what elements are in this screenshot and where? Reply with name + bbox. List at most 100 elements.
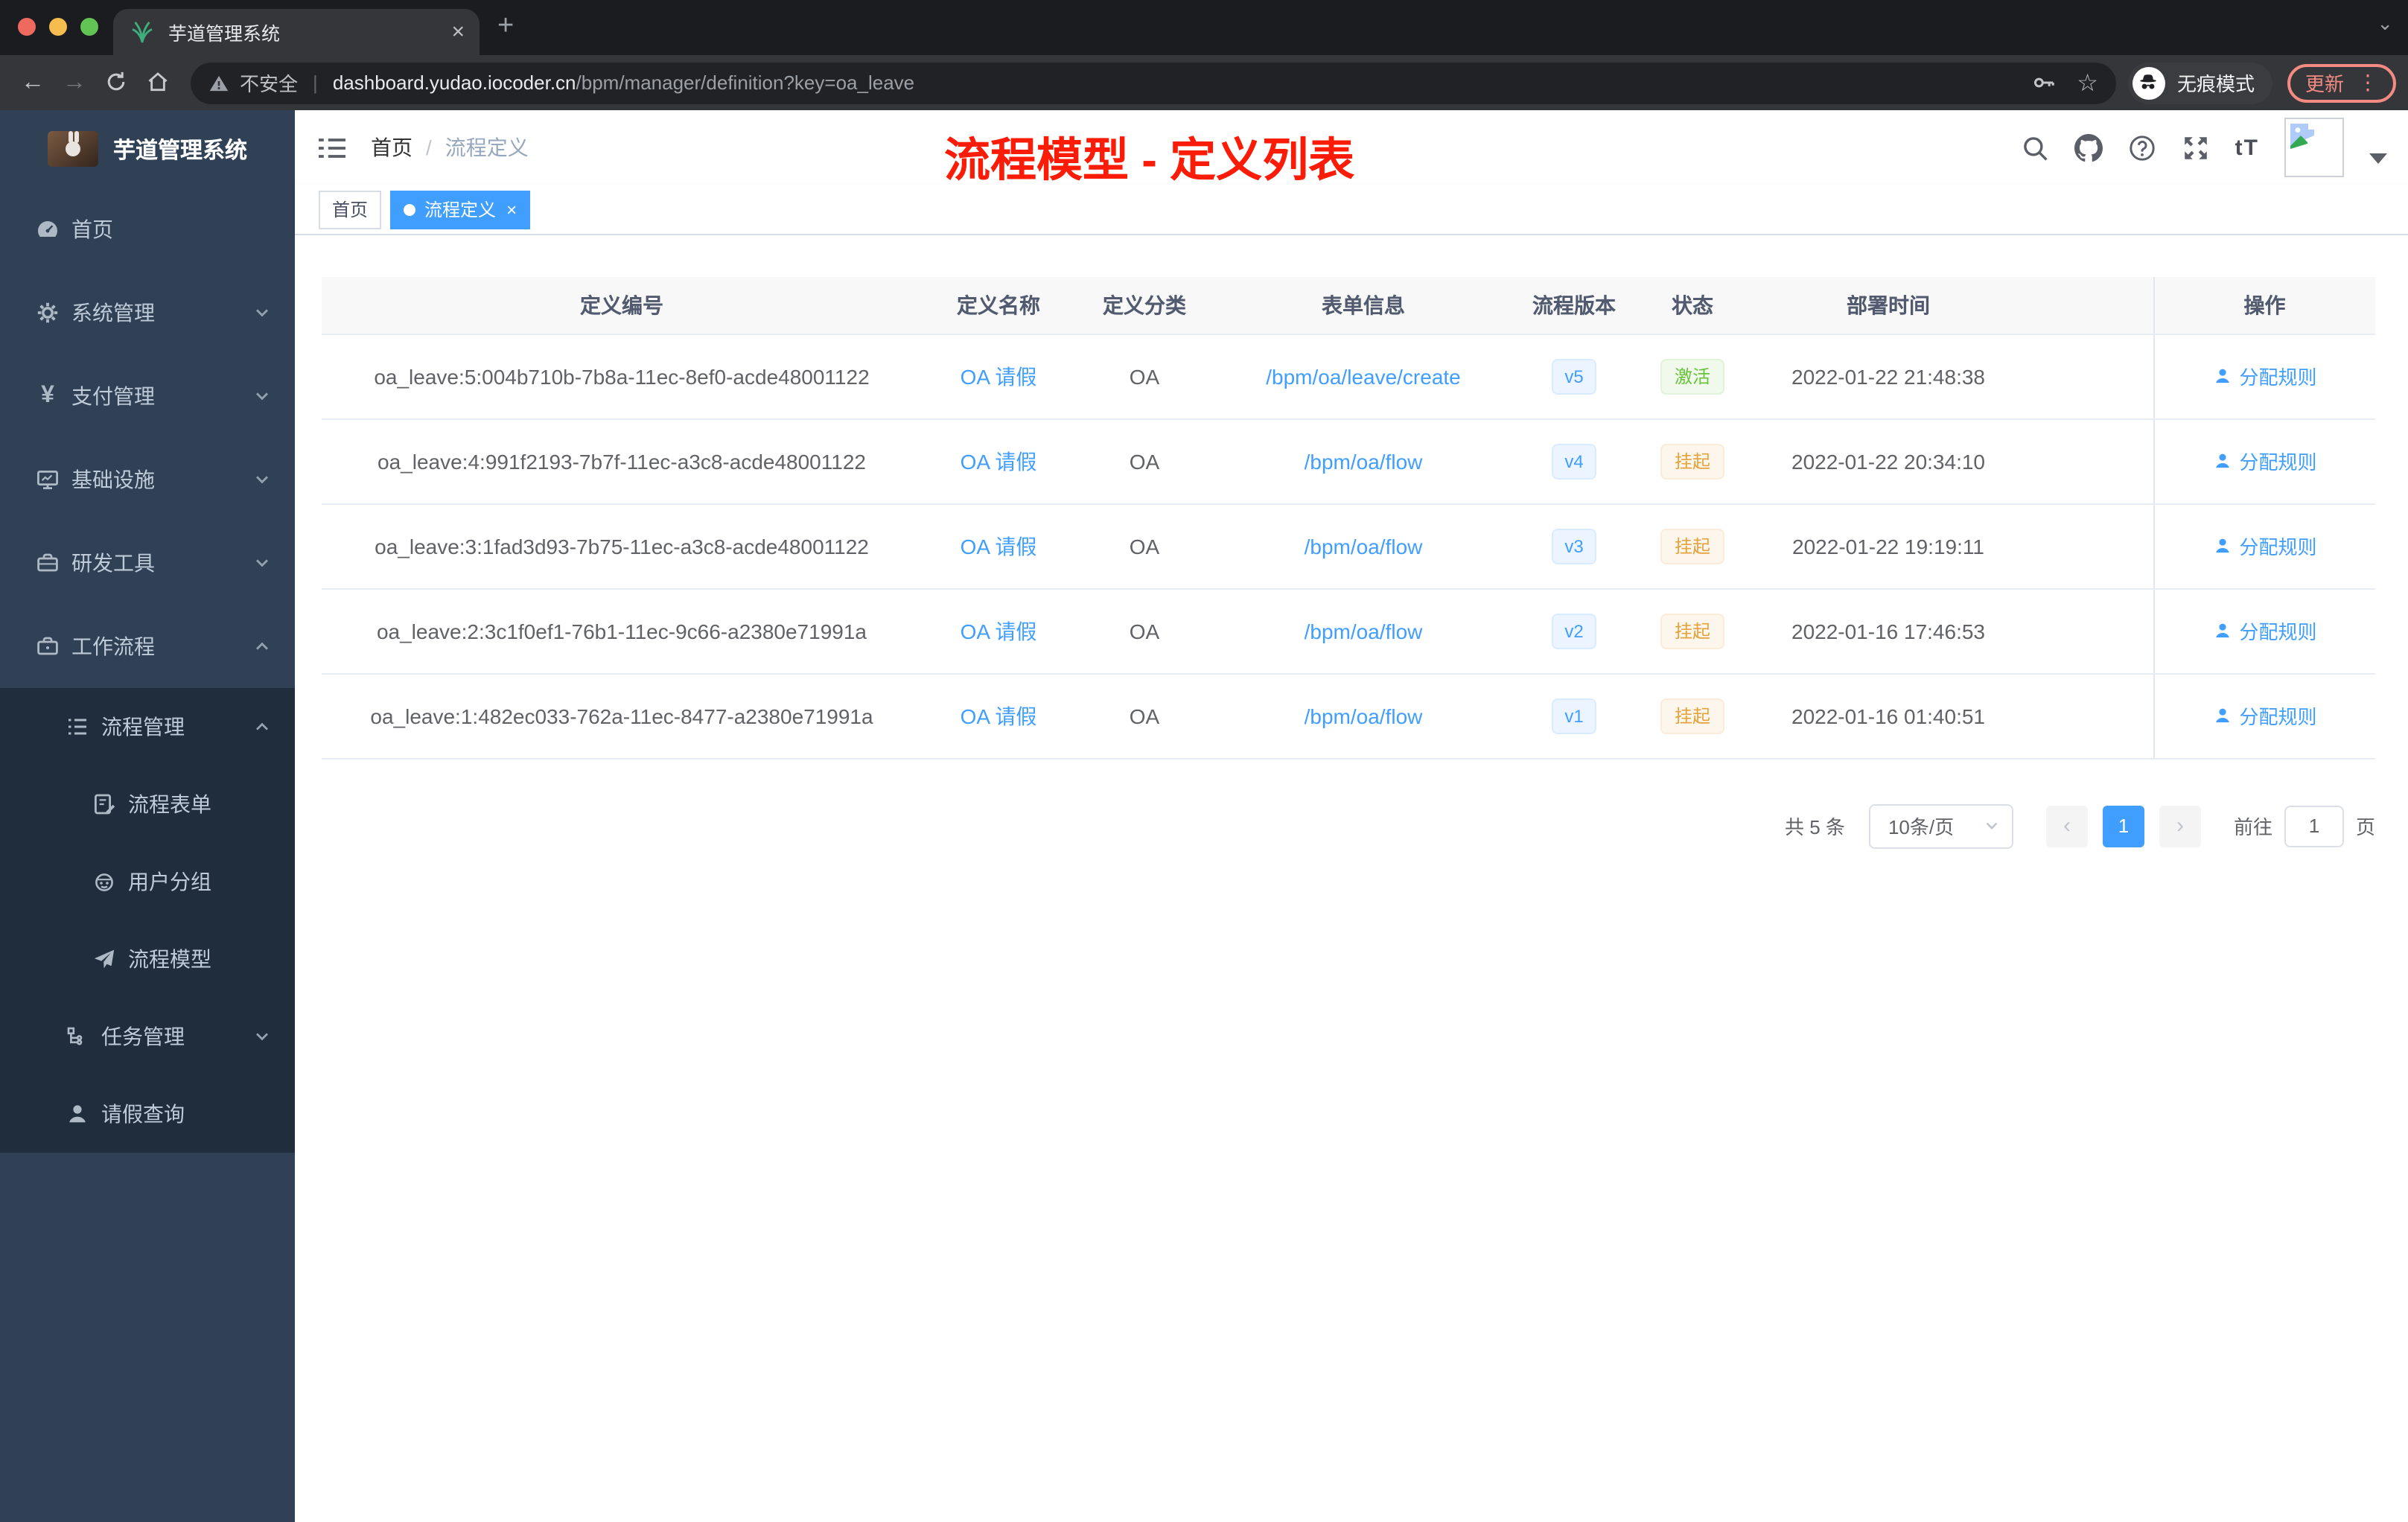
definition-name-link[interactable]: OA 请假: [961, 619, 1037, 643]
page-content: 定义编号 定义名称 定义分类 表单信息 流程版本 状态 部署时间 操作 oa_l…: [295, 235, 2408, 1522]
password-key-icon[interactable]: [2030, 70, 2056, 95]
sidebar-item-workflow[interactable]: 工作流程: [0, 605, 295, 688]
next-page-button[interactable]: ›: [2159, 805, 2201, 847]
breadcrumb-home[interactable]: 首页: [371, 133, 413, 162]
url-host: dashboard.yudao.iocoder.cn: [332, 71, 576, 94]
assign-rule-button[interactable]: 分配规则: [2212, 362, 2317, 390]
hamburger-icon[interactable]: [317, 136, 347, 159]
tag-process-definition[interactable]: 流程定义 ×: [390, 190, 531, 229]
definition-name-link[interactable]: OA 请假: [961, 364, 1037, 388]
browser-window: 芋道管理系统 × + ⌄ ← → 不安全 | dashboard.yudao.i…: [0, 0, 2408, 1522]
tag-label: 首页: [332, 200, 369, 220]
fontsize-icon[interactable]: tT: [2235, 135, 2259, 160]
assign-rule-button[interactable]: 分配规则: [2212, 447, 2317, 475]
paper-plane-icon: [94, 949, 115, 969]
status-badge: 挂起: [1660, 443, 1724, 479]
sidebar-item-payment[interactable]: ¥ 支付管理: [0, 354, 295, 438]
tab-close-icon[interactable]: ×: [451, 21, 465, 43]
sidebar-item-process-management[interactable]: 流程管理: [0, 688, 295, 765]
incognito-badge: 无痕模式: [2127, 62, 2272, 104]
col-definition-name: 定义名称: [922, 277, 1075, 334]
definition-name-link[interactable]: OA 请假: [961, 704, 1037, 727]
tab-search-icon[interactable]: ⌄: [2377, 12, 2393, 36]
github-icon[interactable]: [2074, 133, 2103, 162]
form-link[interactable]: /bpm/oa/leave/create: [1266, 364, 1461, 388]
prev-page-button[interactable]: ‹: [2045, 805, 2088, 847]
minimize-window-button[interactable]: [49, 18, 67, 36]
sidebar-item-home[interactable]: 首页: [0, 188, 295, 271]
url-path: /bpm/manager/definition?key=oa_leave: [576, 71, 915, 94]
search-icon[interactable]: [2021, 133, 2049, 162]
home-button[interactable]: [137, 69, 179, 96]
chevron-down-icon: [256, 1033, 268, 1041]
goto-suffix: 页: [2355, 816, 2375, 838]
browser-menu-icon[interactable]: ⋮: [2357, 70, 2378, 95]
reload-button[interactable]: [95, 69, 137, 96]
not-secure-warning-icon: [209, 74, 229, 91]
sidebar-item-label: 请假查询: [101, 1102, 185, 1126]
form-link[interactable]: /bpm/oa/flow: [1305, 449, 1423, 473]
zoom-window-button[interactable]: [80, 18, 98, 36]
tags-view: 首页 流程定义 ×: [295, 185, 2408, 235]
new-tab-button[interactable]: +: [497, 10, 514, 43]
browser-update-button[interactable]: 更新 ⋮: [2287, 63, 2396, 102]
sidebar-item-process-form[interactable]: 流程表单: [0, 765, 295, 843]
assign-rule-button[interactable]: 分配规则: [2212, 532, 2317, 560]
cell-definition-id: oa_leave:4:991f2193-7b7f-11ec-a3c8-acde4…: [322, 418, 922, 504]
assign-rule-button[interactable]: 分配规则: [2212, 617, 2317, 645]
sidebar-item-label: 流程管理: [101, 715, 185, 739]
definition-name-link[interactable]: OA 请假: [961, 534, 1037, 558]
sidebar-item-process-model[interactable]: 流程模型: [0, 920, 295, 998]
sidebar-item-label: 流程表单: [128, 792, 211, 816]
definition-name-link[interactable]: OA 请假: [961, 449, 1037, 473]
dashboard-icon: [38, 221, 57, 237]
table-header-row: 定义编号 定义名称 定义分类 表单信息 流程版本 状态 部署时间 操作: [322, 277, 2375, 334]
form-link[interactable]: /bpm/oa/flow: [1305, 704, 1423, 727]
close-window-button[interactable]: [18, 18, 36, 36]
caret-down-icon[interactable]: [2369, 153, 2387, 163]
pagination: 共 5 条 10条/页 ‹ 1 › 前往 页: [322, 803, 2375, 848]
incognito-icon: [2132, 66, 2165, 99]
chevron-down-icon: [256, 392, 268, 401]
form-link[interactable]: /bpm/oa/flow: [1305, 619, 1423, 643]
security-label[interactable]: 不安全: [240, 69, 298, 97]
sidebar: 芋道管理系统 首页 系统管理 ¥ 支付管理 基础设施 研发工具 工作流程 流程管…: [0, 110, 295, 1522]
bookmark-star-icon[interactable]: ☆: [2077, 68, 2098, 98]
sidebar-item-dev-tools[interactable]: 研发工具: [0, 521, 295, 605]
sidebar-item-infrastructure[interactable]: 基础设施: [0, 438, 295, 521]
page-number-1[interactable]: 1: [2102, 805, 2144, 847]
gear-icon: [37, 302, 58, 323]
page-size-select[interactable]: 10条/页: [1868, 803, 2013, 848]
sidebar-item-user-group[interactable]: 用户分组: [0, 843, 295, 920]
col-definition-id: 定义编号: [322, 277, 922, 334]
address-bar[interactable]: 不安全 | dashboard.yudao.iocoder.cn/bpm/man…: [191, 62, 2116, 104]
sidebar-logo[interactable]: 芋道管理系统: [0, 110, 295, 188]
sidebar-item-system[interactable]: 系统管理: [0, 271, 295, 354]
question-icon[interactable]: [2128, 133, 2156, 162]
avatar[interactable]: [2284, 118, 2344, 177]
assign-rule-button[interactable]: 分配规则: [2212, 701, 2317, 730]
url-text[interactable]: dashboard.yudao.iocoder.cn/bpm/manager/d…: [333, 71, 914, 94]
sidebar-item-task-management[interactable]: 任务管理: [0, 998, 295, 1075]
sidebar-item-label: 研发工具: [71, 551, 155, 575]
sidebar-item-leave-query[interactable]: 请假查询: [0, 1075, 295, 1153]
org-tree-icon: [67, 1027, 83, 1045]
browser-tab[interactable]: 芋道管理系统 ×: [113, 9, 480, 55]
chevron-up-icon: [256, 722, 268, 730]
goto-page-input[interactable]: [2284, 805, 2344, 847]
cell-category: OA: [1075, 334, 1214, 419]
tag-close-icon[interactable]: ×: [506, 199, 517, 220]
sidebar-item-label: 工作流程: [71, 634, 155, 658]
back-button[interactable]: ←: [12, 69, 54, 96]
sidebar-item-label: 任务管理: [101, 1025, 185, 1048]
tag-home[interactable]: 首页: [319, 190, 382, 229]
fullscreen-icon[interactable]: [2182, 133, 2210, 162]
chevron-down-icon: [1986, 822, 1998, 830]
status-badge: 激活: [1660, 358, 1724, 394]
form-link[interactable]: /bpm/oa/flow: [1305, 534, 1423, 558]
version-badge: v4: [1551, 443, 1597, 479]
table-row: oa_leave:5:004b710b-7b8a-11ec-8ef0-acde4…: [322, 334, 2375, 419]
forward-button[interactable]: →: [54, 69, 95, 96]
definition-table: 定义编号 定义名称 定义分类 表单信息 流程版本 状态 部署时间 操作 oa_l…: [322, 277, 2375, 759]
tab-title: 芋道管理系统: [168, 24, 281, 45]
